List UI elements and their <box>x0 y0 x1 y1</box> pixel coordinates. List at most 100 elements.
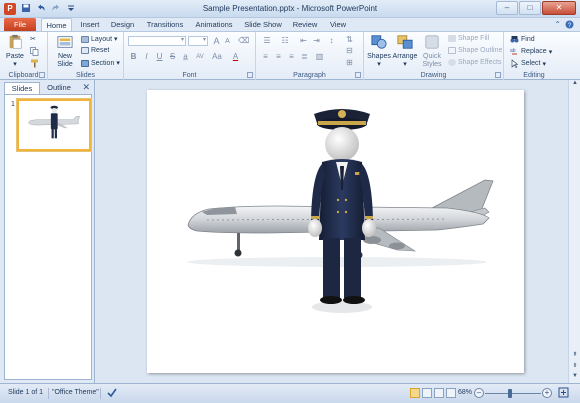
layout-button[interactable]: Layout ▾ <box>81 35 118 43</box>
tab-slide-show[interactable]: Slide Show <box>243 18 283 31</box>
align-text-icon[interactable]: ⊟ <box>344 46 355 56</box>
decrease-indent-icon[interactable]: ⇤ <box>298 36 309 46</box>
slide-sorter-view-button[interactable] <box>422 388 432 398</box>
shapes-label: Shapes <box>367 53 391 60</box>
previous-slide-icon[interactable]: ⇞ <box>569 351 580 361</box>
pilot-airplane-image[interactable] <box>147 90 524 373</box>
zoom-slider[interactable] <box>485 393 541 394</box>
font-size-input[interactable]: ▾ <box>188 36 208 46</box>
binoculars-icon <box>510 36 519 43</box>
format-painter-button[interactable] <box>30 59 39 68</box>
minimize-button[interactable]: – <box>496 1 518 15</box>
tab-slides[interactable]: Slides <box>4 82 40 94</box>
shape-fill-button[interactable]: Shape Fill <box>448 35 489 42</box>
new-slide-button[interactable]: New Slide <box>52 34 78 69</box>
paste-button[interactable]: Paste ▾ <box>4 34 26 68</box>
shrink-font-button[interactable]: A <box>222 37 233 47</box>
cut-button[interactable]: ✂ <box>30 35 36 43</box>
reading-view-button[interactable] <box>434 388 444 398</box>
tab-design[interactable]: Design <box>108 18 137 31</box>
align-right-icon[interactable]: ≡ <box>286 52 297 62</box>
paragraph-dialog-launcher[interactable] <box>355 72 361 78</box>
copy-button[interactable] <box>30 47 39 56</box>
help-icon[interactable]: ? <box>565 20 574 31</box>
tab-view[interactable]: View <box>327 18 349 31</box>
italic-button[interactable]: I <box>141 52 152 62</box>
quick-styles-label: Quick Styles <box>422 53 442 68</box>
close-panel-icon[interactable]: ✕ <box>82 82 90 93</box>
font-name-input[interactable]: ▾ <box>128 36 186 46</box>
reset-icon <box>81 47 89 54</box>
fit-to-window-icon[interactable] <box>558 387 569 400</box>
zoom-in-button[interactable]: + <box>542 388 552 398</box>
font-name-dropdown-icon[interactable]: ▾ <box>181 36 184 43</box>
text-direction-icon[interactable]: ⇅ <box>344 35 355 45</box>
font-dialog-launcher[interactable] <box>247 72 253 78</box>
zoom-slider-thumb[interactable] <box>508 389 512 398</box>
quick-styles-button[interactable]: Quick Styles <box>419 34 445 69</box>
slides-group: New Slide Layout ▾ Reset Section ▾ Slides <box>48 32 124 80</box>
tab-home[interactable]: Home <box>41 18 72 31</box>
change-case-button[interactable]: Aa <box>210 52 224 62</box>
zoom-out-button[interactable]: – <box>474 388 484 398</box>
underline-button[interactable]: U <box>154 52 165 62</box>
font-size-dropdown-icon[interactable]: ▾ <box>203 36 206 43</box>
maximize-button[interactable]: □ <box>519 1 541 15</box>
increase-indent-icon[interactable]: ⇥ <box>311 36 322 46</box>
clipboard-dialog-launcher[interactable] <box>39 72 45 78</box>
next-slide-icon[interactable]: ⇟ <box>569 362 580 372</box>
normal-view-button[interactable] <box>410 388 420 398</box>
shape-outline-button[interactable]: Shape Outline <box>448 47 502 54</box>
drawing-dialog-launcher[interactable] <box>495 72 501 78</box>
tab-insert[interactable]: Insert <box>76 18 104 31</box>
line-spacing-icon[interactable]: ↕ <box>326 36 337 46</box>
scroll-up-icon[interactable]: ▲ <box>569 80 580 90</box>
title-bar: P Sample Presentation.pptx - Microsoft P… <box>0 0 580 18</box>
slide-count: Slide 1 of 1 <box>8 389 44 396</box>
replace-button[interactable]: ab Replace ▾ <box>510 47 552 56</box>
smartart-icon[interactable]: ⊞ <box>344 58 355 68</box>
current-slide[interactable] <box>147 90 524 373</box>
reset-label: Reset <box>91 47 110 54</box>
font-color-button[interactable]: A <box>230 52 241 62</box>
slide-show-view-button[interactable] <box>446 388 456 398</box>
tab-review[interactable]: Review <box>291 18 319 31</box>
scroll-down-icon[interactable]: ▼ <box>569 373 580 383</box>
align-left-icon[interactable]: ≡ <box>260 52 271 62</box>
drawing-group: Shapes ▾ Arrange ▾ Quick Styles Shape Fi… <box>364 32 504 80</box>
shape-effects-button[interactable]: Shape Effects <box>448 59 501 66</box>
numbering-icon[interactable]: ☷ <box>278 36 292 46</box>
zoom-level[interactable]: 68% <box>458 389 472 396</box>
tab-file[interactable]: File <box>4 18 36 31</box>
select-button[interactable]: Select ▾ <box>510 59 546 68</box>
bold-button[interactable]: B <box>128 52 139 62</box>
tab-outline[interactable]: Outline <box>42 82 76 94</box>
strikethrough-button[interactable]: S <box>167 52 178 62</box>
new-slide-icon <box>57 36 73 48</box>
spell-check-icon[interactable] <box>106 387 118 401</box>
tab-animations[interactable]: Animations <box>193 18 235 31</box>
character-spacing-button[interactable]: AV <box>193 52 207 62</box>
slide-number: 1 <box>11 101 15 108</box>
arrange-button[interactable]: Arrange ▾ <box>392 34 418 68</box>
quick-styles-icon <box>425 35 439 49</box>
find-button[interactable]: Find <box>510 35 535 44</box>
slide-thumbnail-1[interactable] <box>17 99 91 151</box>
select-label: Select <box>521 60 541 67</box>
tab-transitions[interactable]: Transitions <box>143 18 187 31</box>
new-slide-label: New Slide <box>57 53 73 68</box>
grow-font-button[interactable]: A <box>211 36 222 46</box>
section-button[interactable]: Section ▾ <box>81 59 120 67</box>
bullets-icon[interactable]: ☰ <box>260 36 274 46</box>
vertical-scrollbar[interactable]: ▲ ⇞ ⇟ ▼ <box>568 80 580 383</box>
minimize-ribbon-icon[interactable]: ⌃ <box>554 20 561 31</box>
align-center-icon[interactable]: ≡ <box>273 52 284 62</box>
clear-formatting-icon[interactable]: ⌫ <box>238 36 249 46</box>
arrange-label: Arrange <box>392 53 418 60</box>
justify-icon[interactable]: ≣ <box>299 52 310 62</box>
shapes-button[interactable]: Shapes ▾ <box>367 34 391 68</box>
close-button[interactable]: ✕ <box>542 1 576 15</box>
columns-icon[interactable]: ▥ <box>314 52 325 62</box>
text-shadow-icon[interactable]: a̲ <box>180 52 191 62</box>
reset-button[interactable]: Reset <box>81 47 109 54</box>
